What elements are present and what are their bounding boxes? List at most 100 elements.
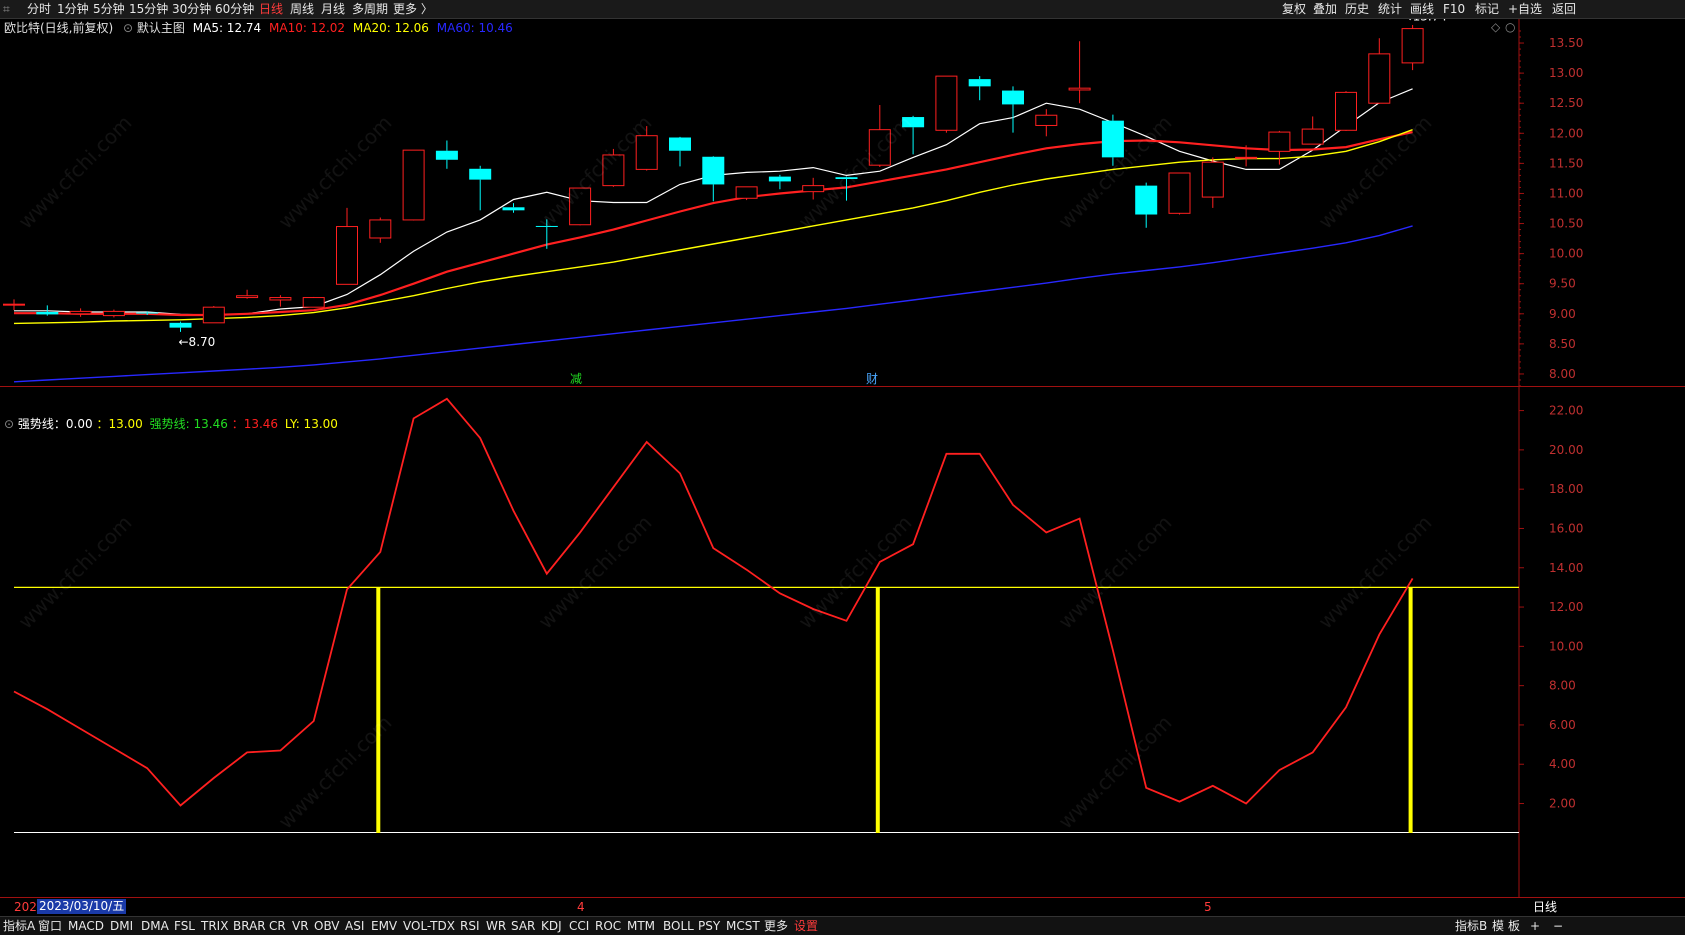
dropdown-circle-icon[interactable]: ⊙	[123, 21, 133, 35]
candle-up	[1268, 131, 1291, 152]
tab-emv[interactable]: EMV	[371, 919, 397, 934]
price-tick-label: 10.50	[1549, 217, 1583, 231]
tab-fsl[interactable]: FSL	[174, 919, 195, 934]
tab-roc[interactable]: ROC	[595, 919, 621, 934]
tab-asi[interactable]: ASI	[345, 919, 364, 934]
indicator-dropdown-icon[interactable]: ⊙	[4, 417, 14, 431]
tab-kdj[interactable]: KDJ	[541, 919, 562, 934]
f10-button[interactable]: F10	[1443, 2, 1465, 17]
cursor-date-label: 2023/03/10/五	[37, 899, 127, 914]
price-tick-label: 12.00	[1549, 126, 1583, 140]
period-tab-30min[interactable]: 30分钟	[172, 2, 211, 17]
candle-down	[1135, 185, 1158, 215]
period-tab-multi[interactable]: 多周期	[352, 2, 388, 17]
tab-rsi[interactable]: RSI	[460, 919, 480, 934]
candle-up	[102, 310, 125, 317]
stats-button[interactable]: 统计	[1378, 2, 1402, 17]
indicator-tick-label: 10.00	[1549, 639, 1583, 653]
price-tick-label: 12.50	[1549, 96, 1583, 110]
tab-cci[interactable]: CCI	[569, 919, 589, 934]
tab-obv[interactable]: OBV	[314, 919, 340, 934]
period-tab-60min[interactable]: 60分钟	[215, 2, 254, 17]
month-mark-5: 5	[1204, 900, 1212, 914]
template-button-ban[interactable]: 板	[1508, 919, 1520, 934]
ma60-value: MA60: 10.46	[436, 21, 513, 35]
event-marker-reduce: 减	[570, 372, 582, 386]
ma-line-ma5	[14, 88, 1413, 316]
diamond-icon: ◇	[1491, 20, 1501, 34]
month-mark-4: 4	[577, 900, 585, 914]
tab-more[interactable]: 更多	[764, 919, 788, 934]
zoom-in-button[interactable]: +	[1530, 919, 1540, 934]
tab-mcst[interactable]: MCST	[726, 919, 760, 934]
price-tick-label: 8.00	[1549, 367, 1576, 381]
mark-button[interactable]: 标记	[1475, 2, 1499, 17]
stock-title: 欧比特(日线,前复权)	[4, 21, 114, 35]
add-watchlist-button[interactable]: +自选	[1508, 2, 1542, 17]
zoom-out-button[interactable]: −	[1553, 919, 1563, 934]
chart-area[interactable]: 13.50 13.00 12.50 12.00 11.50 11.00 10.50 10.00…	[0, 19, 1685, 916]
tab-boll[interactable]: BOLL	[663, 919, 694, 934]
ma-line-ma60	[13, 225, 1413, 383]
tab-indicator-a[interactable]: 指标A	[3, 919, 35, 934]
period-tab-1min[interactable]: 1分钟	[57, 2, 89, 17]
template-button-mo[interactable]: 模	[1492, 919, 1504, 934]
tab-sar[interactable]: SAR	[511, 919, 535, 934]
tab-dma[interactable]: DMA	[141, 919, 169, 934]
tab-brar[interactable]: BRAR	[233, 919, 266, 934]
candle-up	[202, 306, 225, 324]
high-price-label: ↖13.74	[1403, 19, 1447, 24]
ma5-value: MA5: 12.74	[192, 21, 262, 35]
period-tab-5min[interactable]: 5分钟	[93, 2, 125, 17]
tab-indicator-b[interactable]: 指标B	[1455, 919, 1487, 934]
year-stub: 202	[14, 900, 37, 914]
candle-down	[669, 137, 691, 151]
tab-psy[interactable]: PSY	[698, 919, 720, 934]
period-tab-15min[interactable]: 15分钟	[129, 2, 168, 17]
candle-up	[1368, 53, 1391, 104]
period-toolbar: ⌗ 分时 1分钟 5分钟 15分钟 30分钟 60分钟 日线 周线 月线 多周期…	[0, 0, 1685, 19]
period-tab-more[interactable]: 更多 〉	[393, 2, 433, 17]
period-tab-fenshi[interactable]: 分时	[27, 2, 51, 17]
indicator-tabs-bar: 指标A 窗口 MACD DMI DMA FSL TRIX BRAR CR VR …	[0, 916, 1685, 935]
tab-macd[interactable]: MACD	[68, 919, 104, 934]
draw-button[interactable]: 画线	[1410, 2, 1434, 17]
candle-up	[336, 226, 358, 285]
tab-vol-tdx[interactable]: VOL-TDX	[403, 919, 455, 934]
overlay-button[interactable]: 叠加	[1313, 2, 1337, 17]
indicator-tick-label: 20.00	[1549, 443, 1583, 457]
tab-wr[interactable]: WR	[486, 919, 506, 934]
period-tab-monthly[interactable]: 月线	[321, 2, 345, 17]
tab-dmi[interactable]: DMI	[110, 919, 133, 934]
candle-up	[735, 186, 758, 199]
period-tab-weekly[interactable]: 周线	[290, 2, 314, 17]
candle-up	[402, 149, 425, 221]
history-button[interactable]: 历史	[1345, 2, 1369, 17]
ma20-value: MA20: 12.06	[352, 21, 429, 35]
hide-icon: ○	[1505, 20, 1515, 34]
tab-trix[interactable]: TRIX	[201, 919, 228, 934]
tab-vr[interactable]: VR	[292, 919, 309, 934]
template-selector[interactable]: 默认主图	[137, 21, 185, 35]
tab-mtm[interactable]: MTM	[627, 919, 655, 934]
candle-up	[935, 75, 958, 131]
period-tab-daily[interactable]: 日线	[259, 2, 283, 17]
fuquan-button[interactable]: 复权	[1282, 2, 1306, 17]
indicator-tick-label: 22.00	[1549, 404, 1583, 418]
candle-up	[1335, 91, 1357, 131]
tab-cr[interactable]: CR	[269, 919, 286, 934]
strength-line	[13, 397, 1414, 807]
tab-settings[interactable]: 设置	[794, 919, 818, 934]
indicator-tick-label: 16.00	[1549, 521, 1583, 535]
price-tick-label: 9.00	[1549, 307, 1576, 321]
tab-window[interactable]: 窗口	[38, 919, 62, 934]
app-logo-icon: ⌗	[3, 2, 10, 16]
back-button[interactable]: 返回	[1552, 2, 1576, 17]
candle-down	[1002, 90, 1024, 105]
candle-up	[302, 297, 325, 308]
indicator-tick-label: 8.00	[1549, 679, 1576, 693]
indicator-value-0: 强势线：0.00	[17, 417, 93, 431]
candle-up	[1401, 28, 1424, 64]
daily-period-button[interactable]: 日线	[1533, 900, 1557, 915]
candle-down	[36, 311, 59, 315]
